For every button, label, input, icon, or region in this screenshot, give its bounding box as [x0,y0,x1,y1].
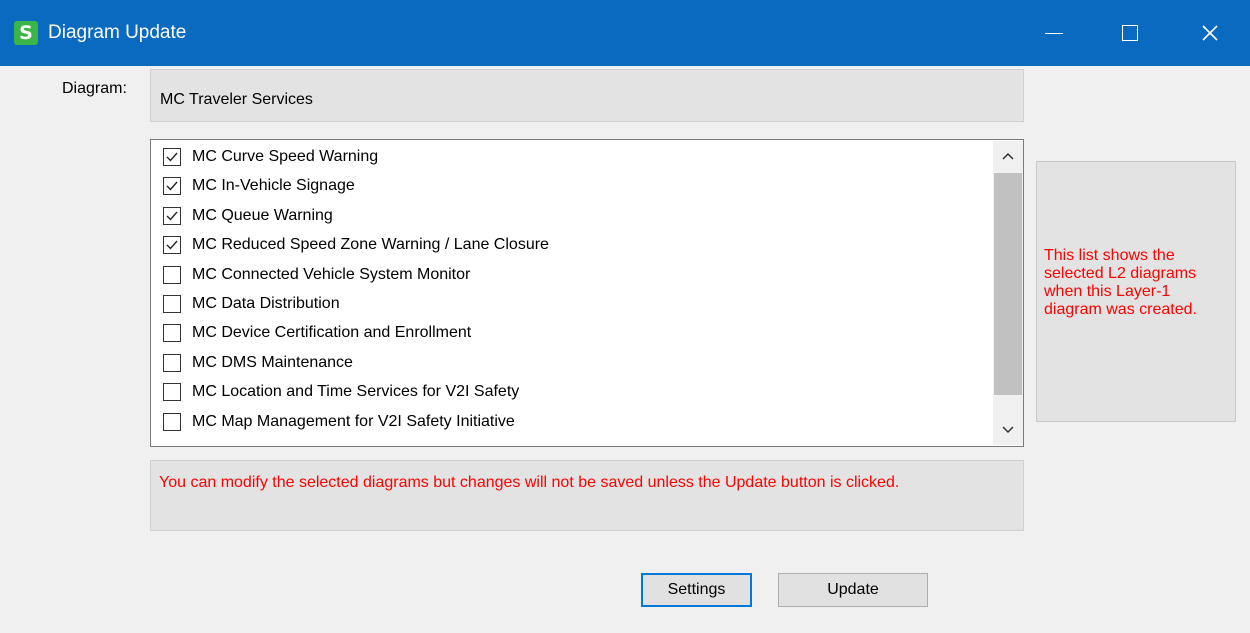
update-warning-note: You can modify the selected diagrams but… [150,460,1024,531]
list-item-label: MC Reduced Speed Zone Warning / Lane Clo… [192,236,549,254]
l2-diagram-list[interactable]: MC Curve Speed Warning MC In-Vehicle Sign… [150,139,1024,447]
checkbox[interactable] [163,177,181,196]
minimize-icon [1045,32,1063,34]
minimize-button[interactable] [1020,0,1088,66]
list-item[interactable]: MC Map Management for V2I Safety Initiat… [163,409,515,435]
chevron-up-icon [1002,152,1014,160]
list-item-label: MC Location and Time Services for V2I Sa… [192,383,520,401]
update-button[interactable]: Update [778,573,928,607]
settings-button[interactable]: Settings [641,573,752,607]
scroll-up-button[interactable] [993,141,1023,171]
app-logo-icon: S [14,21,38,45]
chevron-down-icon [1002,426,1014,434]
close-icon [1202,25,1218,41]
list-item-label: MC Curve Speed Warning [192,148,379,165]
list-item[interactable]: MC Queue Warning [163,203,333,229]
checkbox[interactable] [163,265,181,284]
list-scrollbar[interactable] [993,141,1023,445]
list-item[interactable]: MC Device Certification and Enrollment [163,320,471,346]
title-bar: S Diagram Update [0,0,1250,66]
list-item-label: MC Data Distribution [192,295,340,312]
maximize-icon [1122,25,1138,41]
list-item[interactable]: MC Curve Speed Warning [163,144,378,170]
checkbox[interactable] [163,148,181,166]
diagram-name-field: MC Traveler Services [150,69,1024,122]
list-item[interactable]: MC Reduced Speed Zone Warning / Lane Clo… [163,232,549,258]
checkbox[interactable] [163,295,181,313]
close-button[interactable] [1176,0,1244,66]
checkmark-icon [166,211,178,221]
list-item-label: MC Device Certification and Enrollment [192,324,472,342]
list-item[interactable]: MC Location and Time Services for V2I Sa… [163,379,519,405]
info-panel: This list shows the selected L2 diagrams… [1036,161,1236,422]
list-item[interactable]: MC Data Distribution [163,291,340,317]
diagram-name-value: MC Traveler Services [160,91,313,108]
checkmark-icon [166,240,178,250]
diagram-label: Diagram: [62,80,127,97]
checkmark-icon [166,181,178,191]
list-item-label: MC Queue Warning [192,206,333,224]
list-item-label: MC In-Vehicle Signage [192,177,355,195]
scroll-thumb[interactable] [994,173,1022,395]
list-item[interactable]: MC DMS Maintenance [163,350,353,376]
window-title: Diagram Update [48,22,187,43]
list-item[interactable]: MC In-Vehicle Signage [163,173,355,199]
checkmark-icon [166,152,178,162]
checkbox[interactable] [163,236,181,255]
checkbox[interactable] [163,324,181,343]
scroll-down-button[interactable] [993,415,1023,445]
info-panel-text: This list shows the selected L2 diagrams… [1044,247,1197,318]
list-item-label: MC Map Management for V2I Safety Initiat… [192,412,515,430]
checkbox[interactable] [163,383,181,402]
list-item[interactable]: MC Connected Vehicle System Monitor [163,262,470,288]
checkbox[interactable] [163,353,181,372]
checkbox[interactable] [163,206,181,225]
list-item-label: MC DMS Maintenance [192,353,353,371]
checkbox[interactable] [163,412,181,431]
maximize-button[interactable] [1096,0,1164,66]
list-item-label: MC Connected Vehicle System Monitor [192,265,471,283]
